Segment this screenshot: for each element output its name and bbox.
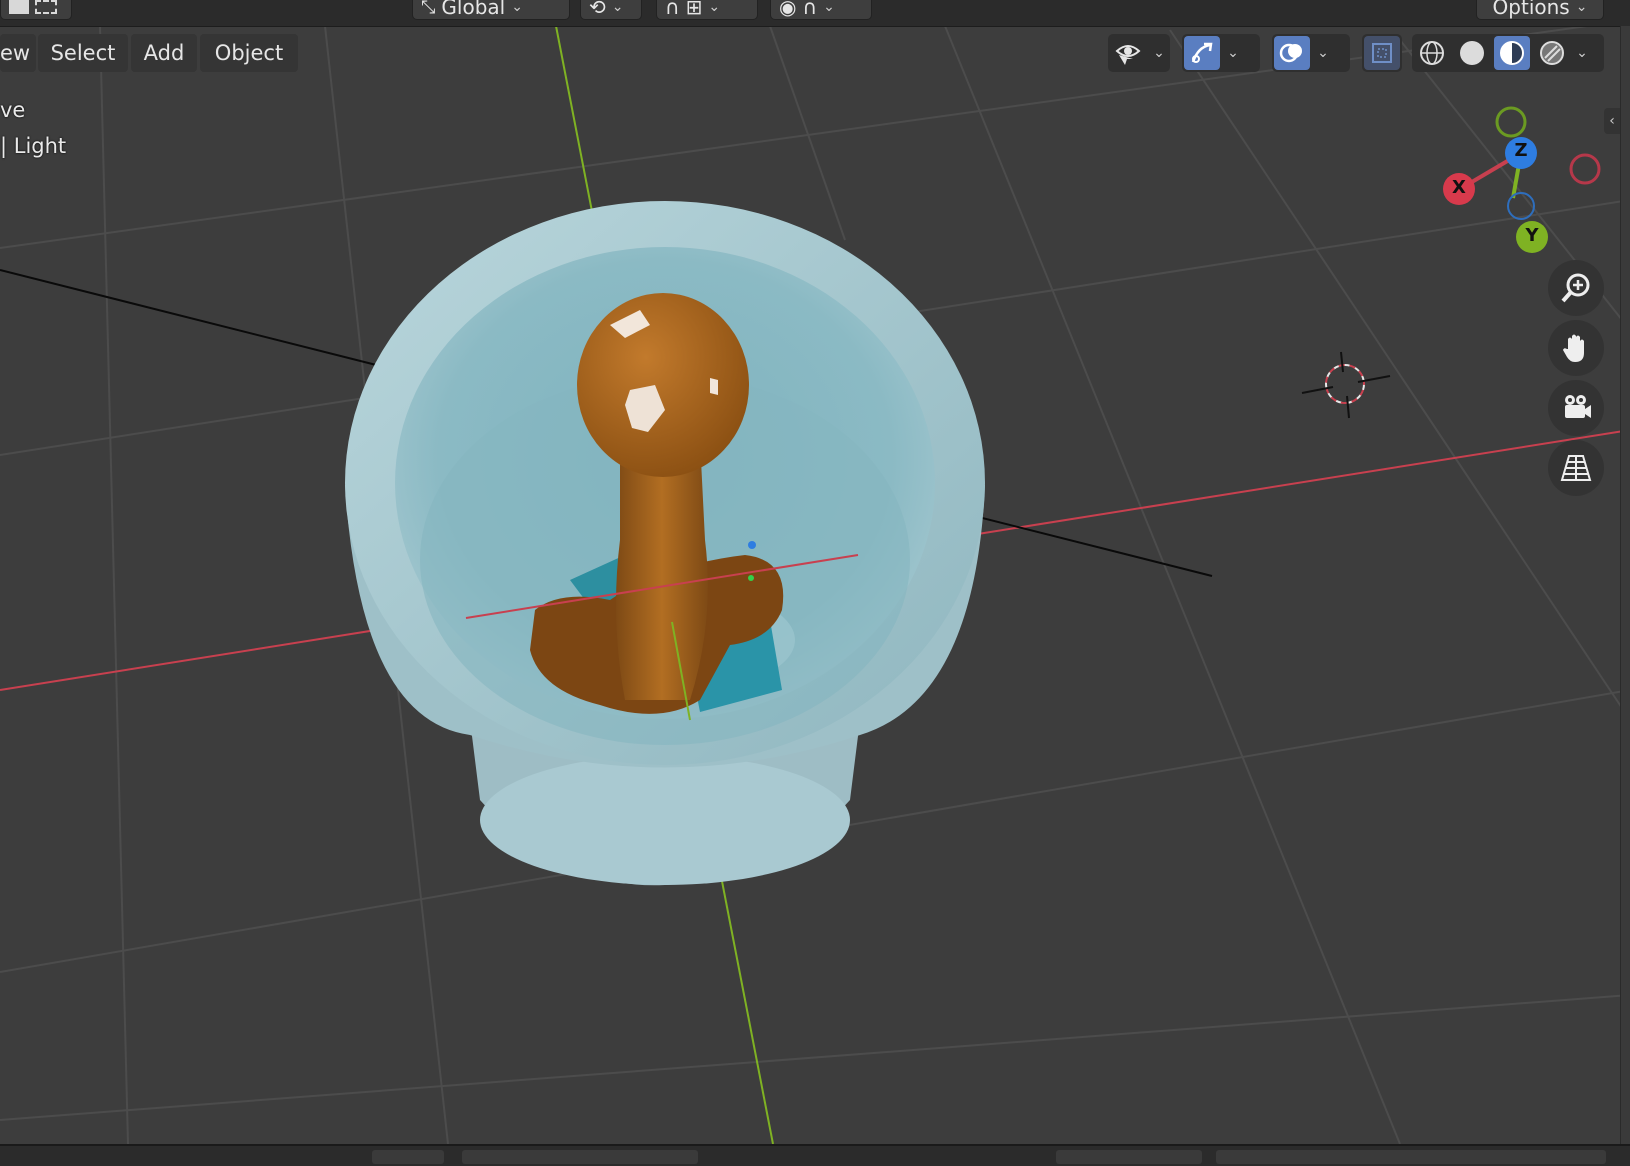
mode-icons[interactable] — [0, 0, 72, 20]
pan-button[interactable] — [1548, 320, 1604, 376]
3d-viewport[interactable] — [0, 0, 1630, 1164]
solid-shading-icon[interactable] — [1454, 36, 1490, 70]
transform-gizmo-icon[interactable] — [1184, 36, 1220, 70]
overlay-group[interactable]: ⌄ — [1272, 34, 1350, 72]
options-label: Options — [1492, 0, 1570, 19]
select-extend-icon[interactable] — [35, 0, 57, 14]
rendered-shading-icon[interactable] — [1534, 36, 1570, 70]
overlay-icon[interactable] — [1274, 36, 1310, 70]
viewport-canvas[interactable] — [0, 0, 1630, 1164]
proportional-edit-group[interactable]: ◉ ∩ ⌄ — [770, 0, 872, 20]
menu-add[interactable]: Add — [131, 34, 197, 72]
range-fields[interactable] — [1216, 1150, 1606, 1164]
gizmo-x-label[interactable]: X — [1450, 177, 1468, 198]
wireframe-shading-icon[interactable] — [1414, 36, 1450, 70]
material-preview-icon[interactable] — [1494, 36, 1530, 70]
snap-magnet-icon[interactable]: ∩ — [665, 0, 680, 19]
xray-icon[interactable] — [1364, 36, 1400, 70]
eye-icon[interactable] — [1110, 36, 1146, 70]
chevron-down-icon[interactable]: ⌄ — [1312, 45, 1334, 61]
chevron-down-icon: ⌄ — [823, 0, 835, 15]
gizmo-y-label[interactable]: Y — [1523, 225, 1541, 246]
chevron-down-icon: ⌄ — [511, 0, 523, 15]
camera-icon — [1565, 395, 1591, 418]
sidebar-toggle-chevron-icon[interactable]: ‹ — [1604, 108, 1620, 134]
xray-group[interactable] — [1362, 34, 1402, 72]
chevron-down-icon: ⌄ — [1575, 0, 1588, 15]
options-dropdown[interactable]: Options ⌄ — [1476, 0, 1604, 20]
pivot-icon: ⟲ — [589, 0, 606, 19]
perspective-toggle-button[interactable] — [1548, 440, 1604, 496]
orientation-label: Global — [441, 0, 506, 19]
chevron-down-icon: ⌄ — [611, 0, 624, 15]
pivot-dropdown[interactable]: ⟲ ⌄ — [580, 0, 642, 20]
falloff-icon[interactable]: ∩ — [802, 0, 817, 19]
snap-group[interactable]: ∩ ⊞ ⌄ — [656, 0, 758, 20]
top-header: ⤡ Global ⌄ ⟲ ⌄ ∩ ⊞ ⌄ ◉ ∩ ⌄ Options ⌄ — [0, 0, 1630, 27]
gizmo-group[interactable]: ⌄ — [1182, 34, 1260, 72]
select-box-icon[interactable] — [9, 0, 29, 14]
bottom-timeline-header — [0, 1144, 1630, 1166]
viewport-mode-text: ve — [0, 98, 26, 122]
zoom-button[interactable] — [1548, 260, 1604, 316]
shading-group[interactable]: ⌄ — [1412, 34, 1604, 72]
menu-object[interactable]: Object — [200, 34, 298, 72]
menu-view[interactable]: ew — [0, 34, 36, 72]
perspective-grid-icon — [1560, 455, 1592, 481]
orientation-dropdown[interactable]: ⤡ Global ⌄ — [412, 0, 570, 20]
orientation-axes-icon: ⤡ — [421, 0, 436, 18]
camera-view-button[interactable] — [1548, 380, 1604, 436]
visibility-group[interactable]: ⌄ — [1108, 34, 1170, 72]
hand-icon — [1563, 334, 1584, 362]
frame-field[interactable] — [1056, 1150, 1202, 1164]
timeline-controls[interactable] — [372, 1150, 444, 1164]
playback-controls[interactable] — [462, 1150, 698, 1164]
snap-increment-icon[interactable]: ⊞ — [686, 0, 703, 19]
zoom-icon — [1561, 273, 1590, 303]
viewport-right-edge — [1620, 26, 1630, 1144]
chevron-down-icon[interactable]: ⌄ — [1222, 45, 1244, 61]
proportional-edit-icon[interactable]: ◉ — [779, 0, 796, 19]
chevron-down-icon: ⌄ — [708, 0, 721, 15]
gizmo-z-label[interactable]: Z — [1512, 140, 1530, 161]
menu-select[interactable]: Select — [38, 34, 128, 72]
chevron-down-icon[interactable]: ⌄ — [1572, 45, 1592, 61]
3d-cursor — [1301, 351, 1391, 419]
chevron-down-icon[interactable]: ⌄ — [1148, 45, 1170, 61]
viewport-object-text: | Light — [0, 134, 67, 158]
